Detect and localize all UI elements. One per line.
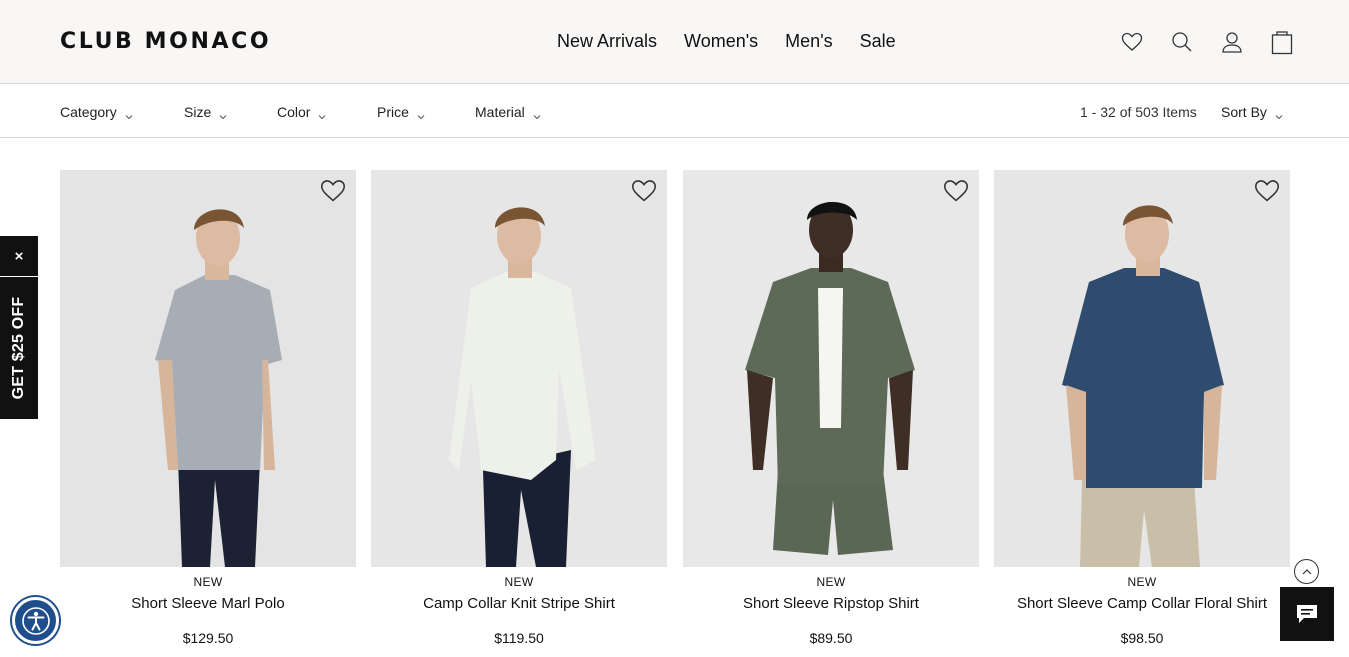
promo-tab[interactable]: GET $25 OFF bbox=[0, 277, 38, 419]
chevron-down-icon bbox=[533, 108, 541, 120]
model-photo bbox=[683, 170, 979, 567]
nav-womens[interactable]: Women's bbox=[684, 31, 758, 52]
new-badge: NEW bbox=[816, 575, 846, 589]
main-nav: New Arrivals Women's Men's Sale bbox=[557, 31, 896, 52]
chat-icon bbox=[1297, 605, 1317, 623]
product-name[interactable]: Camp Collar Knit Stripe Shirt bbox=[371, 595, 667, 612]
product-name[interactable]: Short Sleeve Camp Collar Floral Shirt bbox=[994, 595, 1290, 612]
filter-label: Price bbox=[377, 104, 409, 120]
filter-bar: Category Size Color Price Material 1 - 3… bbox=[0, 84, 1349, 138]
new-badge: NEW bbox=[1127, 575, 1157, 589]
wishlist-heart-icon[interactable] bbox=[320, 179, 346, 205]
chevron-down-icon bbox=[1275, 108, 1283, 120]
filter-color[interactable]: Color bbox=[277, 104, 326, 120]
product-image[interactable] bbox=[683, 170, 979, 567]
product-card[interactable]: NEW Short Sleeve Marl Polo $129.50 bbox=[60, 170, 356, 657]
product-image[interactable] bbox=[60, 170, 356, 567]
model-photo bbox=[994, 170, 1290, 567]
chevron-up-icon bbox=[1302, 568, 1311, 574]
results-count: 1 - 32 of 503 Items bbox=[1080, 104, 1197, 120]
new-badge: NEW bbox=[504, 575, 534, 589]
model-photo bbox=[60, 170, 356, 567]
nav-mens[interactable]: Men's bbox=[785, 31, 832, 52]
new-badge: NEW bbox=[193, 575, 223, 589]
heart-icon[interactable] bbox=[1118, 28, 1146, 56]
header-icons bbox=[1118, 28, 1296, 56]
bag-icon[interactable] bbox=[1268, 28, 1296, 56]
product-name[interactable]: Short Sleeve Ripstop Shirt bbox=[683, 595, 979, 612]
scroll-to-top-button[interactable] bbox=[1294, 559, 1319, 584]
chat-button[interactable] bbox=[1280, 587, 1334, 641]
wishlist-heart-icon[interactable] bbox=[943, 179, 969, 205]
product-name[interactable]: Short Sleeve Marl Polo bbox=[60, 595, 356, 612]
filter-label: Size bbox=[184, 104, 212, 120]
filter-size[interactable]: Size bbox=[184, 104, 227, 120]
wishlist-heart-icon[interactable] bbox=[631, 179, 657, 205]
product-card[interactable]: NEW Camp Collar Knit Stripe Shirt $119.5… bbox=[371, 170, 667, 657]
promo-close-button[interactable]: × bbox=[0, 236, 38, 276]
product-grid: NEW Short Sleeve Marl Polo $129.50 NEW C… bbox=[60, 170, 1290, 657]
sort-label: Sort By bbox=[1221, 104, 1267, 120]
product-price: $98.50 bbox=[1120, 630, 1164, 646]
product-price: $119.50 bbox=[494, 630, 544, 646]
chevron-down-icon bbox=[417, 108, 425, 120]
accessibility-icon bbox=[21, 606, 50, 635]
filter-price[interactable]: Price bbox=[377, 104, 425, 120]
product-card[interactable]: NEW Short Sleeve Ripstop Shirt $89.50 bbox=[683, 170, 979, 657]
product-image[interactable] bbox=[994, 170, 1290, 567]
brand-logo[interactable]: CLUB MONACO bbox=[60, 29, 271, 54]
promo-label: GET $25 OFF bbox=[10, 296, 27, 400]
filter-label: Category bbox=[60, 104, 117, 120]
wishlist-heart-icon[interactable] bbox=[1254, 179, 1280, 205]
nav-new-arrivals[interactable]: New Arrivals bbox=[557, 31, 657, 52]
filter-label: Color bbox=[277, 104, 311, 120]
search-icon[interactable] bbox=[1168, 28, 1196, 56]
filter-label: Material bbox=[475, 104, 525, 120]
filter-category[interactable]: Category bbox=[60, 104, 133, 120]
filter-material[interactable]: Material bbox=[475, 104, 541, 120]
model-photo bbox=[371, 170, 667, 567]
product-card[interactable]: NEW Short Sleeve Camp Collar Floral Shir… bbox=[994, 170, 1290, 657]
user-icon[interactable] bbox=[1218, 28, 1246, 56]
product-image[interactable] bbox=[371, 170, 667, 567]
chevron-down-icon bbox=[219, 108, 227, 120]
product-price: $129.50 bbox=[182, 630, 234, 646]
chevron-down-icon bbox=[318, 108, 326, 120]
sort-by-dropdown[interactable]: Sort By bbox=[1221, 104, 1283, 120]
site-header: CLUB MONACO New Arrivals Women's Men's S… bbox=[0, 0, 1349, 84]
chevron-down-icon bbox=[125, 108, 133, 120]
nav-sale[interactable]: Sale bbox=[860, 31, 896, 52]
accessibility-button[interactable] bbox=[12, 597, 59, 644]
product-price: $89.50 bbox=[809, 630, 853, 646]
